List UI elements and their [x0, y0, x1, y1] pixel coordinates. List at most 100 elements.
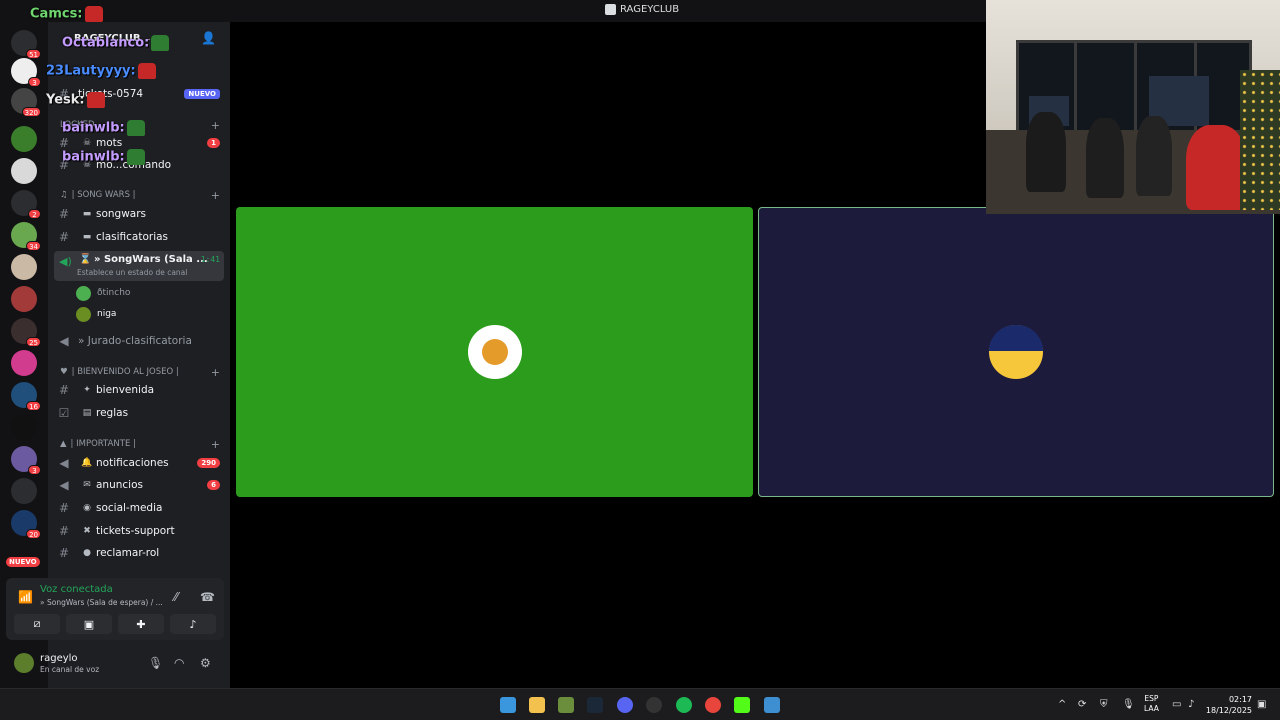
kick-icon[interactable]	[734, 697, 750, 713]
skull-icon: ☠	[82, 138, 92, 148]
participant-tile[interactable]	[236, 207, 753, 497]
add-channel-icon[interactable]: +	[211, 189, 220, 202]
noise-suppression-icon[interactable]: ⁄⁄	[174, 590, 178, 604]
voice-channel-path[interactable]: » SongWars (Sala de espera) / ...	[40, 598, 163, 607]
channel-reglas[interactable]: ☑ ▤ reglas	[56, 403, 224, 423]
volume-icon[interactable]: ♪	[1188, 699, 1194, 710]
spotify-icon[interactable]	[676, 697, 692, 713]
server-icon[interactable]: 20	[11, 510, 41, 539]
microphone-icon[interactable]: 🎙	[148, 656, 163, 670]
file-explorer-icon[interactable]	[529, 697, 545, 713]
window-frame	[1134, 43, 1137, 138]
voice-user[interactable]: niga	[76, 305, 116, 323]
signal-icon[interactable]: 📶	[18, 590, 33, 604]
shield-icon[interactable]: ⛨	[1100, 699, 1108, 710]
server-icon[interactable]: 3	[11, 446, 41, 475]
santa-hat-icon	[84, 6, 103, 22]
channel-clasificatorias[interactable]: # ▬ clasificatorias	[56, 227, 224, 247]
channel-reclamar-rol[interactable]: # ● reclamar-rol	[56, 543, 224, 563]
server-icon[interactable]: 320	[11, 88, 41, 117]
voice-timer: 1:41	[200, 255, 220, 264]
discord-icon[interactable]	[617, 697, 633, 713]
channel-songwars[interactable]: # ▬ songwars	[56, 204, 224, 224]
new-badge: NUEVO	[6, 557, 40, 567]
notepad-icon[interactable]	[764, 697, 780, 713]
mention-count: 290	[197, 458, 220, 468]
category-songwars[interactable]: ♫ | SONG WARS | +	[60, 188, 220, 202]
chat-username: bainwlb:	[62, 120, 125, 136]
channel-name: songwars	[96, 208, 147, 220]
server-icon[interactable]: 25	[11, 318, 41, 347]
notifications-icon[interactable]: ▣	[1257, 699, 1266, 710]
voice-status[interactable]: Voz conectada	[40, 584, 113, 595]
server-icon[interactable]: 34	[11, 222, 41, 251]
steam-icon[interactable]	[587, 697, 603, 713]
person	[1186, 125, 1246, 210]
chevron-up-icon[interactable]: ^	[1058, 699, 1066, 710]
webcam-overlay	[986, 0, 1280, 214]
hash-icon: #	[58, 207, 70, 221]
category-bienvenido[interactable]: ♥ | BIENVENIDO AL JOSEO | +	[60, 365, 220, 379]
server-icon[interactable]	[11, 350, 37, 376]
voice-user[interactable]: ðtincho	[76, 284, 130, 302]
minecraft-icon[interactable]	[558, 697, 574, 713]
chrome-icon[interactable]	[705, 697, 721, 713]
gear-icon[interactable]: ⚙	[200, 656, 211, 670]
category-importante[interactable]: ▲ | IMPORTANTE | +	[60, 437, 220, 451]
add-channel-icon[interactable]: +	[211, 366, 220, 379]
activities-button[interactable]: ✚	[118, 614, 164, 634]
screen-share-button[interactable]: ▣	[66, 614, 112, 634]
screen-icon: ▬	[82, 209, 92, 219]
clipboard-icon: ▤	[82, 408, 92, 418]
language-code: ESP	[1144, 694, 1159, 703]
server-icon[interactable]: 3	[11, 58, 41, 87]
direct-messages-button[interactable]: 51	[11, 30, 41, 59]
channel-status-hint[interactable]: Establece un estado de canal	[77, 268, 187, 277]
clock-date: 18/12/2025	[1205, 706, 1252, 715]
obs-icon[interactable]	[646, 697, 662, 713]
hair-icon	[989, 325, 1043, 351]
server-icon[interactable]	[11, 126, 37, 152]
camera-button[interactable]: ⧄	[14, 614, 60, 634]
chat-overlay-line: Camcs:	[30, 6, 103, 22]
channel-tickets-support[interactable]: # ✖ tickets-support	[56, 521, 224, 541]
server-icon[interactable]	[11, 158, 37, 184]
network-icon[interactable]: ▭	[1172, 699, 1181, 710]
music-icon: ♫	[60, 190, 68, 200]
invite-icon[interactable]: 👤	[201, 31, 216, 45]
mention-count: 1	[207, 138, 220, 148]
voice-channel-active[interactable]: ◀) ⌛ » SongWars (Sala ... 1:41 Establece…	[54, 251, 224, 281]
voice-channel-jurado[interactable]: ◀ » Jurado-clasificatoria	[56, 331, 224, 351]
frog-icon	[126, 149, 145, 165]
participant-tile-speaking[interactable]	[758, 207, 1274, 497]
avatar[interactable]	[14, 653, 34, 673]
discord-icon	[605, 4, 616, 15]
add-channel-icon[interactable]: +	[211, 438, 220, 451]
channel-notificaciones[interactable]: ◀ 🔔 notificaciones 290	[56, 453, 224, 473]
bell-icon: 🔔	[81, 458, 93, 468]
windows-start-icon[interactable]	[500, 697, 516, 713]
chat-username: Yesk:	[46, 92, 85, 108]
soundboard-icon: ♪	[189, 617, 197, 631]
server-icon[interactable]	[11, 478, 37, 504]
add-channel-icon[interactable]: +	[211, 119, 220, 132]
system-clock[interactable]: 02:17 18/12/2025	[1206, 694, 1252, 716]
server-icon[interactable]: 2	[11, 190, 41, 219]
hash-icon: #	[58, 524, 70, 538]
server-icon[interactable]	[11, 414, 37, 440]
username[interactable]: rageylo	[40, 653, 78, 664]
hash-icon: #	[58, 501, 70, 515]
channel-anuncios[interactable]: ◀ ✉ anuncios 6	[56, 475, 224, 495]
microphone-icon[interactable]: 🎙	[1122, 699, 1135, 710]
language-indicator[interactable]: ESP LAA	[1144, 694, 1159, 714]
soundboard-button[interactable]: ♪	[170, 614, 216, 634]
channel-social-media[interactable]: # ◉ social-media	[56, 498, 224, 518]
sync-icon[interactable]: ⟳	[1078, 699, 1086, 710]
server-icon[interactable]: 16	[11, 382, 41, 411]
category-label: | IMPORTANTE |	[70, 439, 136, 449]
server-icon[interactable]	[11, 254, 37, 280]
server-icon[interactable]	[11, 286, 37, 312]
headphones-icon[interactable]: ◠	[174, 656, 184, 670]
disconnect-icon[interactable]: ☎	[200, 590, 215, 604]
channel-bienvenida[interactable]: # ✦ bienvenida	[56, 380, 224, 400]
